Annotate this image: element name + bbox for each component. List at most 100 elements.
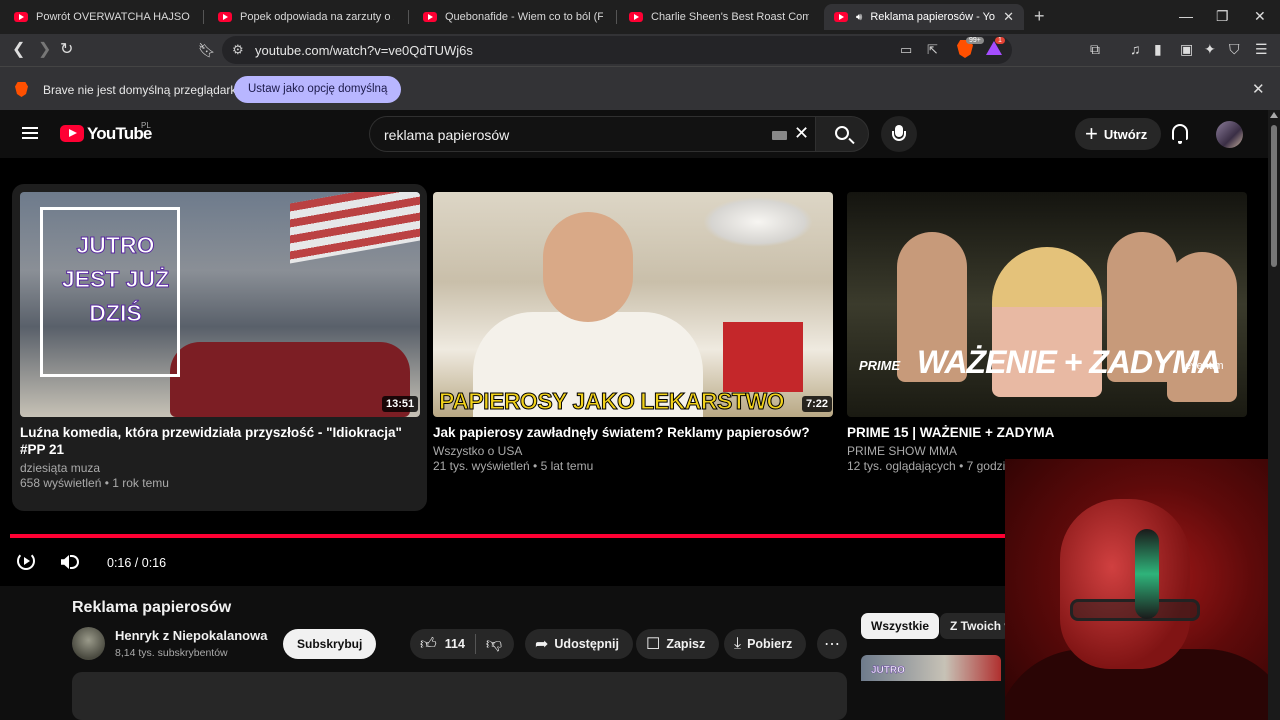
close-infobar-icon[interactable]: ✕	[1252, 80, 1265, 98]
set-default-button[interactable]: Ustaw jako opcję domyślną	[234, 76, 402, 103]
browser-tab[interactable]: Quebonafide - Wiem co to ból (FT. Ka	[413, 4, 613, 30]
replay-icon[interactable]	[17, 552, 35, 570]
address-bar[interactable]: ⚙︎ youtube.com/watch?v=ve0QdTUWj6s ▭ ⇱ 9…	[222, 36, 1012, 64]
like-icon[interactable]: 👍︎	[420, 635, 437, 654]
tab-separator	[408, 10, 409, 24]
end-screen-channel[interactable]: dziesiąta muza	[20, 461, 420, 476]
end-screen-video-title[interactable]: PRIME 15 | WAŻENIE + ZADYMA	[847, 424, 1247, 441]
sidebar-icon[interactable]: ▮	[1154, 41, 1162, 58]
thumbnail-text: JUTRO JEST JUŻ DZIŚ	[61, 232, 170, 327]
streamer-face	[1060, 499, 1200, 669]
back-icon[interactable]: ❮	[12, 40, 25, 60]
thumbnail-art	[703, 197, 813, 247]
youtube-favicon-icon	[14, 12, 28, 22]
tab-strip: Powrót OVERWATCHA HAJSOWNIKÓW Popek odpo…	[0, 0, 1280, 34]
download-button[interactable]: ⤓ Pobierz	[724, 629, 807, 659]
wallet-icon[interactable]: ▣	[1180, 41, 1193, 58]
url-text[interactable]: youtube.com/watch?v=ve0QdTUWj6s	[255, 43, 473, 58]
media-controls-icon[interactable]: ♫	[1130, 41, 1141, 57]
default-browser-infobar: Brave nie jest domyślną przeglądarką Ust…	[0, 66, 1280, 110]
end-screen-thumbnail[interactable]: PRIME WAŻENIE + ZADYMA eventim	[847, 192, 1247, 417]
duration-badge: 13:51	[382, 396, 419, 412]
notifications-bell-icon[interactable]	[1172, 124, 1188, 144]
maximize-window-icon[interactable]: ❐	[1216, 8, 1229, 25]
audio-playing-icon[interactable]: 🔊︎	[856, 12, 862, 23]
country-code: PL	[141, 121, 151, 130]
search-query[interactable]: reklama papierosów	[384, 127, 509, 143]
progress-bar[interactable]	[10, 534, 1006, 538]
end-screen-channel[interactable]: Wszystko o USA	[433, 444, 833, 459]
scroll-up-icon[interactable]	[1270, 112, 1278, 118]
chip-from-your-videos[interactable]: Z Twoich wideo	[940, 613, 1010, 639]
leo-ai-icon[interactable]: ✦	[1204, 41, 1216, 58]
tab-title: Reklama papierosów - YouTube	[870, 11, 996, 23]
channel-name[interactable]: Henryk z Niepokalanowa	[115, 628, 267, 643]
vpn-icon[interactable]: ⛉	[1229, 41, 1240, 58]
save-button[interactable]: ☐ Zapisz	[636, 629, 720, 659]
video-title: Reklama papierosów	[72, 599, 232, 616]
recommended-thumbnail[interactable]: JUTRO	[861, 655, 1001, 681]
create-button[interactable]: + Utwórz	[1075, 118, 1162, 150]
voice-search-button[interactable]	[881, 116, 917, 152]
browser-tab[interactable]: Powrót OVERWATCHA HAJSOWNIKÓW	[4, 4, 200, 30]
like-dislike-group: 👍︎ 114 👎︎	[410, 629, 514, 659]
duration-badge: 7:22	[802, 396, 833, 412]
share-label: Udostępnij	[554, 637, 619, 651]
download-label: Pobierz	[747, 637, 793, 651]
reload-icon[interactable]: ↻	[60, 40, 73, 60]
save-label: Zapisz	[666, 637, 706, 651]
subscribe-button[interactable]: Subskrybuj	[283, 629, 377, 659]
screenshot-icon[interactable]: ⧉	[1090, 41, 1100, 58]
share-icon: ➦	[535, 636, 549, 653]
keyboard-icon[interactable]	[772, 131, 787, 140]
navigation-toolbar: ❮ ❯ ↻ 🔖︎ ⚙︎ youtube.com/watch?v=ve0QdTUW…	[0, 34, 1280, 66]
end-screen-thumbnail[interactable]: PAPIEROSY JAKO LEKARSTWO	[433, 192, 833, 417]
minimize-window-icon[interactable]: —	[1179, 8, 1193, 24]
thumbnail-art	[170, 342, 410, 417]
time-display: 0:16 / 0:16	[107, 556, 167, 570]
channel-avatar[interactable]	[72, 627, 105, 660]
browser-tab[interactable]: Popek odpowiada na zarzuty o zoofilię	[208, 4, 404, 30]
account-avatar[interactable]	[1216, 121, 1243, 148]
thumbnail-art	[543, 212, 633, 322]
bookmark-icon[interactable]: 🔖︎	[198, 40, 216, 60]
end-screen-thumbnail[interactable]: JUTRO JEST JUŻ DZIŚ	[20, 192, 420, 417]
youtube-logo-icon[interactable]	[60, 125, 84, 142]
end-screen-channel[interactable]: PRIME SHOW MMA	[847, 444, 1247, 459]
youtube-favicon-icon	[423, 12, 437, 22]
scrollbar-thumb[interactable]	[1271, 125, 1277, 267]
webcam-overlay	[1005, 459, 1280, 720]
end-screen-stats: 658 wyświetleń • 1 rok temu	[20, 476, 169, 490]
clear-search-icon[interactable]: ✕	[794, 123, 809, 144]
subscriber-count: 8,14 tys. subskrybentów	[115, 647, 228, 659]
microphone-icon	[892, 125, 906, 141]
share-icon[interactable]: ⇱	[927, 42, 938, 58]
close-window-icon[interactable]: ✕	[1254, 8, 1266, 25]
like-count[interactable]: 114	[445, 637, 465, 651]
chip-all[interactable]: Wszystkie	[861, 613, 940, 639]
close-tab-icon[interactable]: ✕	[1003, 9, 1014, 25]
more-actions-button[interactable]: ⋯	[817, 629, 847, 659]
browser-tab-active[interactable]: 🔊︎ Reklama papierosów - YouTube ✕	[824, 4, 1024, 30]
page-scrollbar[interactable]	[1268, 110, 1280, 720]
end-screen-video-title[interactable]: Luźna komedia, która przewidziała przysz…	[20, 424, 420, 458]
new-tab-icon[interactable]: +	[1034, 6, 1045, 27]
more-icon: ⋯	[824, 636, 840, 653]
description-box[interactable]	[72, 672, 847, 720]
share-button[interactable]: ➦ Udostępnij	[525, 629, 633, 659]
recommended-thumbnail-text: JUTRO	[871, 665, 905, 676]
youtube-favicon-icon	[218, 12, 232, 22]
site-info-icon[interactable]: ⚙︎	[232, 42, 244, 58]
browser-tab[interactable]: Charlie Sheen's Best Roast Comeback	[619, 4, 819, 30]
search-button[interactable]	[815, 116, 869, 152]
tab-separator	[203, 10, 204, 24]
search-input[interactable]: reklama papierosów ✕	[369, 116, 816, 152]
guide-menu-icon[interactable]	[22, 127, 38, 139]
cast-icon[interactable]: ▭	[900, 42, 912, 58]
dislike-icon[interactable]: 👎︎	[486, 635, 502, 654]
forward-icon[interactable]: ❯	[38, 40, 51, 60]
end-screen-video-title[interactable]: Jak papierosy zawładnęły światem? Reklam…	[433, 424, 833, 441]
tab-title: Charlie Sheen's Best Roast Comeback	[651, 11, 809, 23]
menu-icon[interactable]: ☰	[1255, 41, 1268, 58]
headset	[1135, 529, 1159, 619]
